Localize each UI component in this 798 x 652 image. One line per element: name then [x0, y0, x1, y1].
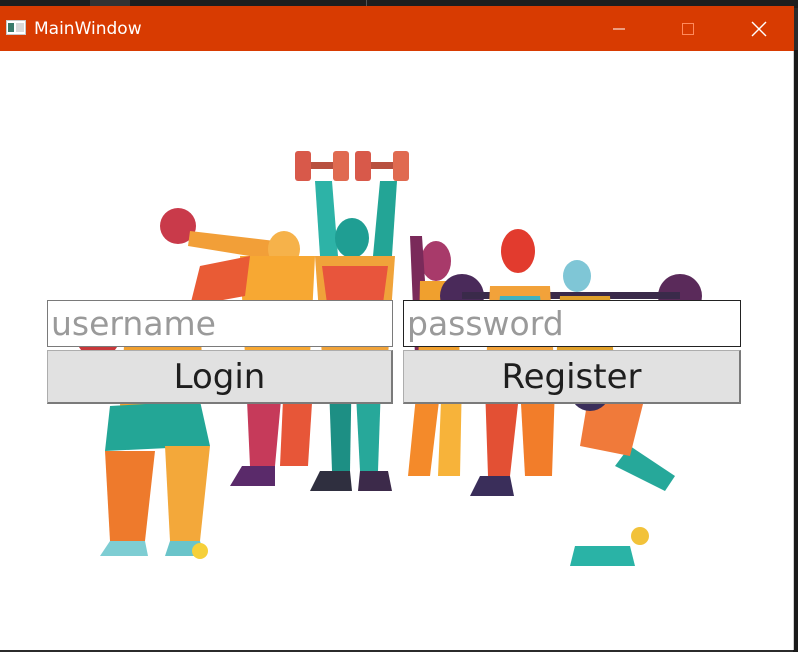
login-button[interactable]: Login [47, 350, 393, 404]
password-input[interactable] [403, 300, 741, 347]
maximize-icon [682, 22, 694, 35]
title-bar[interactable]: MainWindow [0, 6, 794, 51]
app-window-icon [6, 20, 26, 35]
close-button[interactable] [736, 6, 782, 51]
close-icon [751, 21, 767, 36]
main-window: MainWindow username Login Register [0, 6, 794, 650]
minimize-button[interactable] [596, 6, 642, 51]
register-button[interactable]: Register [403, 350, 741, 404]
maximize-button[interactable] [665, 6, 711, 51]
username-input[interactable] [47, 300, 393, 347]
register-button-label: Register [501, 356, 642, 397]
window-content: Login Register [0, 51, 793, 650]
login-button-label: Login [173, 356, 266, 397]
window-title: MainWindow [34, 19, 142, 39]
minimize-icon [613, 28, 625, 29]
